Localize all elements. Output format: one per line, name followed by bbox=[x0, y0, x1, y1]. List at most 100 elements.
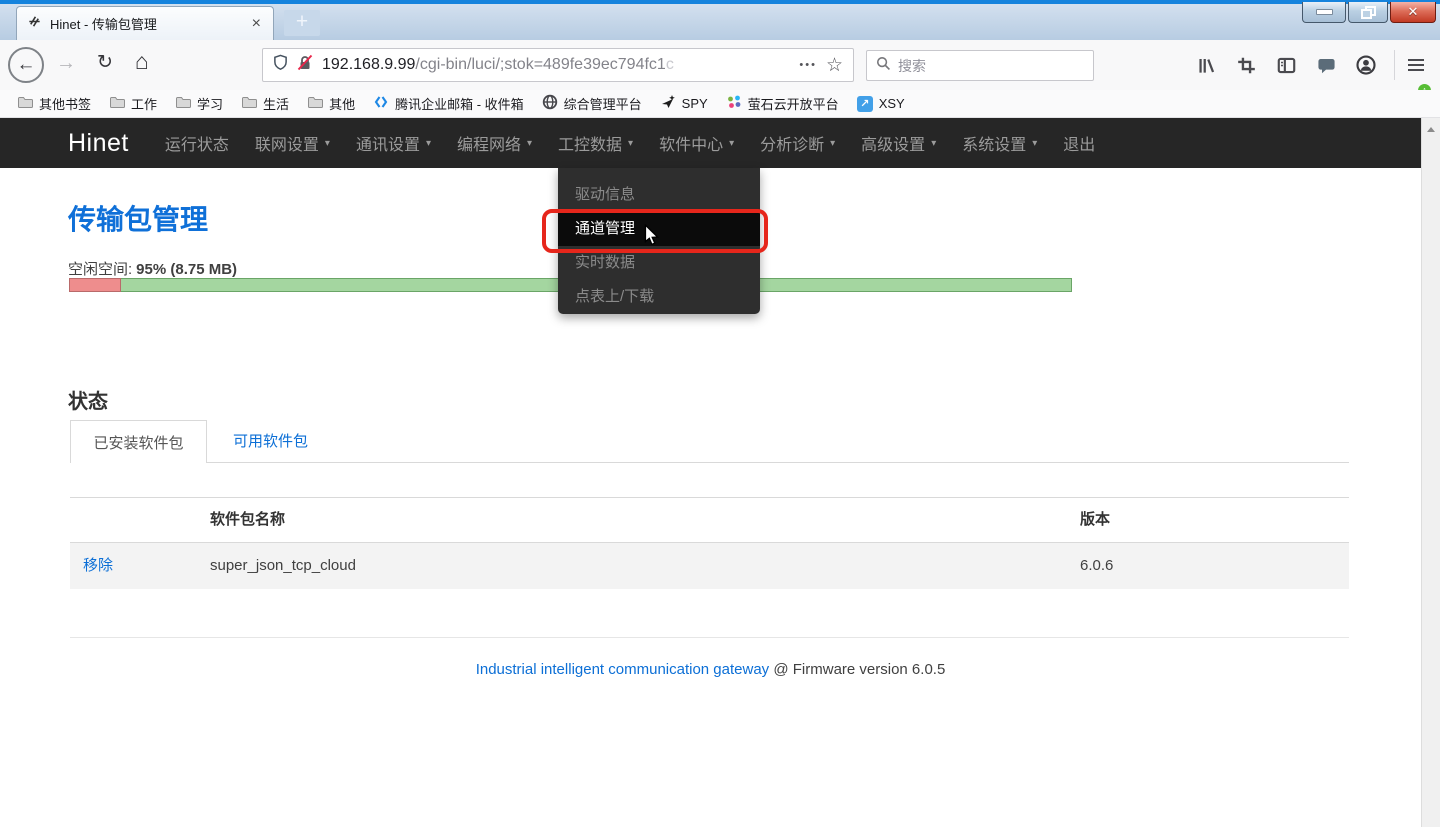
globe-icon bbox=[542, 94, 558, 113]
page-title: 传输包管理 bbox=[68, 198, 208, 238]
minimize-icon bbox=[1316, 9, 1333, 15]
minimize-button[interactable] bbox=[1302, 2, 1346, 23]
footer-text: @ Firmware version 6.0.5 bbox=[769, 661, 945, 678]
table-header: 软件包名称 版本 bbox=[70, 497, 1349, 543]
free-space-line: 空闲空间:95% (8.75 MB) bbox=[68, 258, 237, 279]
shield-icon[interactable] bbox=[273, 54, 288, 76]
bookmark-folder[interactable]: 学习 bbox=[168, 94, 230, 113]
package-tabs: 已安装软件包 可用软件包 bbox=[70, 420, 1349, 463]
tencent-mail-icon bbox=[373, 94, 389, 113]
reload-button[interactable]: ↻ bbox=[97, 51, 113, 74]
package-version: 6.0.6 bbox=[1080, 543, 1113, 589]
search-placeholder: 搜索 bbox=[898, 56, 926, 76]
url-bar[interactable]: 192.168.9.99/cgi-bin/luci/;stok=489fe39e… bbox=[262, 48, 854, 82]
nav-item-diagnostics[interactable]: 分析诊断▾ bbox=[760, 131, 835, 155]
bookmark-item[interactable]: 腾讯企业邮箱 - 收件箱 bbox=[366, 94, 531, 113]
page-scrollbar[interactable] bbox=[1421, 118, 1440, 827]
chevron-down-icon: ▾ bbox=[527, 138, 532, 149]
window-controls: ✕ bbox=[1302, 2, 1436, 23]
app-nav-items: 运行状态 联网设置▾ 通讯设置▾ 编程网络▾ 工控数据▾ 软件中心▾ 分析诊断▾… bbox=[165, 131, 1095, 155]
app-navbar: Hinet 运行状态 联网设置▾ 通讯设置▾ 编程网络▾ 工控数据▾ 软件中心▾… bbox=[0, 118, 1421, 168]
bookmark-label: 腾讯企业邮箱 - 收件箱 bbox=[395, 94, 524, 113]
bookmark-folder[interactable]: 工作 bbox=[102, 94, 164, 113]
bookmark-item[interactable]: 萤石云开放平台 bbox=[719, 94, 846, 113]
tab-installed-packages[interactable]: 已安装软件包 bbox=[70, 420, 207, 463]
screen: Hinet - 传输包管理 × + ✕ ← → ↻ ⌂ 192.168.9.99… bbox=[0, 0, 1440, 827]
bookmark-folder[interactable]: 生活 bbox=[234, 94, 296, 113]
nav-item-industrial-data[interactable]: 工控数据▾ bbox=[558, 131, 633, 155]
folder-icon bbox=[17, 95, 33, 112]
sidebar-button[interactable] bbox=[1272, 51, 1300, 79]
pocket-bubble-button[interactable] bbox=[1312, 51, 1340, 79]
bookmark-label: 生活 bbox=[263, 94, 289, 113]
url-host: 192.168.9.99 bbox=[322, 56, 415, 73]
home-button[interactable]: ⌂ bbox=[135, 48, 149, 75]
nav-item-network-settings[interactable]: 联网设置▾ bbox=[255, 131, 330, 155]
url-path: /cgi-bin/luci/;stok=489fe39ec794fc1 bbox=[415, 56, 665, 73]
account-button[interactable] bbox=[1352, 51, 1380, 79]
bookmark-label: 其他书签 bbox=[39, 94, 91, 113]
bookmark-star-icon[interactable]: ☆ bbox=[826, 54, 843, 77]
restore-icon bbox=[1361, 6, 1376, 19]
chevron-down-icon: ▾ bbox=[325, 138, 330, 149]
mouse-cursor bbox=[642, 224, 661, 252]
tab-close-icon[interactable]: × bbox=[250, 16, 263, 32]
bookmark-label: 综合管理平台 bbox=[564, 94, 642, 113]
bookmark-item[interactable]: SPY bbox=[653, 94, 715, 113]
package-table: 软件包名称 版本 移除 super_json_tcp_cloud 6.0.6 bbox=[70, 497, 1349, 589]
nav-item-comm-settings[interactable]: 通讯设置▾ bbox=[356, 131, 431, 155]
page-content: Hinet 运行状态 联网设置▾ 通讯设置▾ 编程网络▾ 工控数据▾ 软件中心▾… bbox=[0, 118, 1440, 827]
bookmark-label: 工作 bbox=[131, 94, 157, 113]
nav-item-programming-network[interactable]: 编程网络▾ bbox=[457, 131, 532, 155]
tab-available-packages[interactable]: 可用软件包 bbox=[233, 420, 308, 463]
url-path-fade: c bbox=[666, 56, 674, 73]
bookmark-item[interactable]: ↗ XSY bbox=[850, 96, 912, 112]
scroll-up-arrow[interactable] bbox=[1427, 127, 1435, 132]
toolbar-separator bbox=[1394, 50, 1395, 80]
menu-item-driver-info[interactable]: 驱动信息 bbox=[558, 178, 760, 212]
search-icon bbox=[876, 56, 891, 76]
bookmark-folder[interactable]: 其他书签 bbox=[10, 94, 98, 113]
library-button[interactable] bbox=[1192, 51, 1220, 79]
new-tab-button[interactable]: + bbox=[284, 10, 320, 36]
browser-tab[interactable]: Hinet - 传输包管理 × bbox=[16, 6, 274, 40]
bookmark-folder[interactable]: 其他 bbox=[300, 94, 362, 113]
nav-item-running-status[interactable]: 运行状态 bbox=[165, 131, 229, 155]
chevron-down-icon: ▾ bbox=[1032, 138, 1037, 149]
screenshot-button[interactable] bbox=[1232, 51, 1260, 79]
menu-button[interactable] bbox=[1402, 51, 1430, 79]
page-footer: Industrial intelligent communication gat… bbox=[0, 661, 1421, 678]
ezviz-icon bbox=[726, 94, 742, 113]
folder-icon bbox=[307, 95, 323, 112]
app-logo[interactable]: Hinet bbox=[68, 129, 129, 158]
page-actions-icon[interactable]: ••• bbox=[799, 59, 817, 71]
column-header-name: 软件包名称 bbox=[210, 498, 285, 542]
chevron-down-icon: ▾ bbox=[931, 138, 936, 149]
close-window-button[interactable]: ✕ bbox=[1390, 2, 1436, 23]
restore-button[interactable] bbox=[1348, 2, 1388, 23]
remove-link[interactable]: 移除 bbox=[83, 543, 113, 589]
chevron-down-icon: ▾ bbox=[729, 138, 734, 149]
nav-item-software-center[interactable]: 软件中心▾ bbox=[659, 131, 734, 155]
menu-item-point-table[interactable]: 点表上/下载 bbox=[558, 280, 760, 314]
bookmark-label: 其他 bbox=[329, 94, 355, 113]
bookmarks-bar: 其他书签 工作 学习 生活 其他 腾讯企业邮箱 - 收件箱 综合管理平台 SP bbox=[0, 90, 1440, 118]
nav-item-advanced-settings[interactable]: 高级设置▾ bbox=[861, 131, 936, 155]
back-button[interactable]: ← bbox=[8, 47, 44, 83]
insecure-lock-icon[interactable] bbox=[297, 54, 313, 76]
bookmark-label: XSY bbox=[879, 96, 905, 111]
footer-link[interactable]: Industrial intelligent communication gat… bbox=[476, 661, 770, 678]
forward-button[interactable]: → bbox=[56, 52, 76, 75]
search-input[interactable]: 搜索 bbox=[866, 50, 1094, 81]
nav-item-logout[interactable]: 退出 bbox=[1063, 131, 1095, 155]
bookmark-label: 萤石云开放平台 bbox=[748, 94, 839, 113]
url-text[interactable]: 192.168.9.99/cgi-bin/luci/;stok=489fe39e… bbox=[322, 56, 674, 74]
folder-icon bbox=[109, 95, 125, 112]
xsy-icon: ↗ bbox=[857, 96, 873, 112]
bookmark-item[interactable]: 综合管理平台 bbox=[535, 94, 649, 113]
browser-toolbar: ← → ↻ ⌂ 192.168.9.99/cgi-bin/luci/;stok=… bbox=[0, 40, 1440, 90]
progress-used-segment bbox=[69, 278, 121, 292]
close-icon: ✕ bbox=[1408, 4, 1419, 20]
window-titlebar: Hinet - 传输包管理 × + ✕ bbox=[0, 0, 1440, 40]
nav-item-system-settings[interactable]: 系统设置▾ bbox=[962, 131, 1037, 155]
